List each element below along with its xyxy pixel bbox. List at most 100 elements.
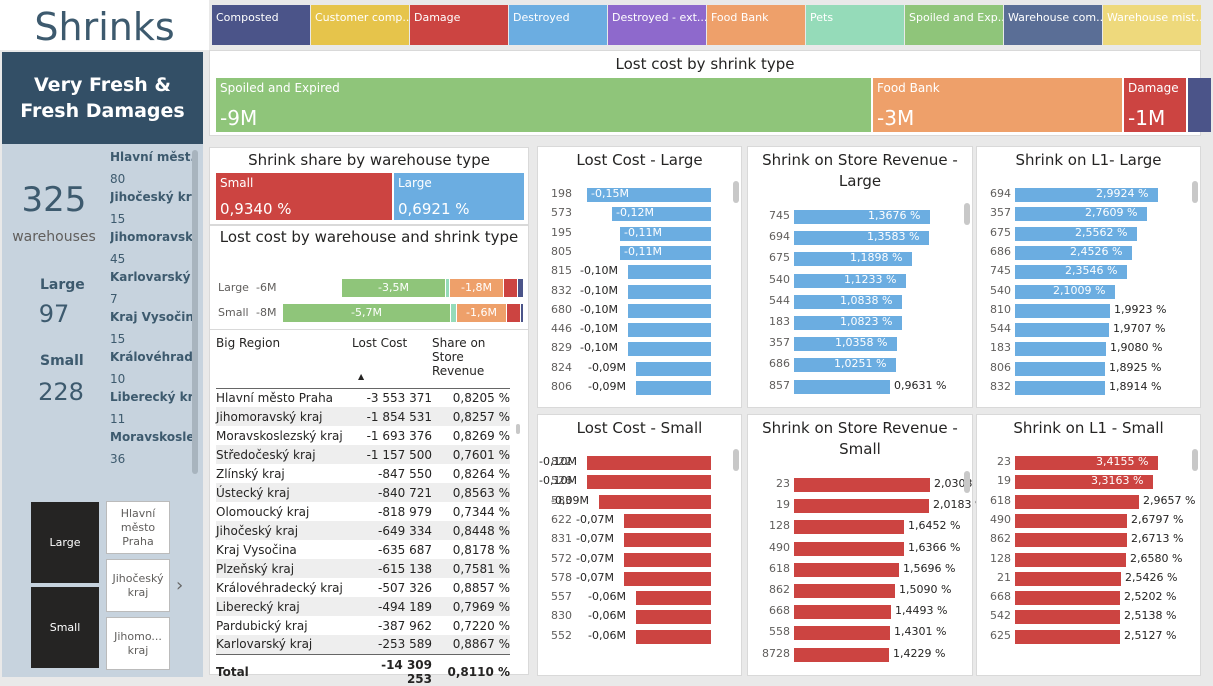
shrink-type-tile[interactable]: Spoiled and Expired -9M xyxy=(216,78,871,132)
slicer-region[interactable]: Jihomo... kraj xyxy=(106,617,170,670)
table-row[interactable]: Karlovarský kraj -253 589 0,8867 % xyxy=(216,635,510,654)
table-row[interactable]: Zlínský kraj -847 550 0,8264 % xyxy=(216,464,510,483)
legend-item[interactable]: Warehouse mist... xyxy=(1103,5,1201,45)
region-card-list[interactable]: Hlavní měst... 80 Jihočeský kraj 15 Jihomora… xyxy=(110,150,198,470)
chart-bar[interactable] xyxy=(794,379,890,394)
legend-item[interactable]: Composted xyxy=(212,5,310,45)
chart-bar[interactable] xyxy=(587,475,711,490)
table-row[interactable]: Jihočeský kraj -649 334 0,8448 % xyxy=(216,521,510,540)
wh-bar-segment[interactable]: -1,8M xyxy=(450,279,503,297)
table-row[interactable]: Plzeňský kraj -615 138 0,7581 % xyxy=(216,559,510,578)
chart-bar[interactable] xyxy=(1015,381,1105,395)
legend-item[interactable]: Food Bank xyxy=(707,5,805,45)
table-row[interactable]: Jihomoravský kraj -1 854 531 0,8257 % xyxy=(216,407,510,426)
chart-scrollbar[interactable] xyxy=(964,203,970,225)
lost-cost-type-treemap[interactable]: Spoiled and Expired -9M Food Bank -3M Damage… xyxy=(216,78,1211,132)
chart-bar[interactable] xyxy=(636,591,711,606)
table-row[interactable]: Ústecký kraj -840 721 0,8563 % xyxy=(216,483,510,502)
lost-cost-wh-chart[interactable]: Large -6M -3,5M -1,8M Small -8M -5,7M -1,6M xyxy=(210,276,528,326)
legend-item[interactable]: Destroyed xyxy=(509,5,607,45)
table-row[interactable]: Středočeský kraj -1 157 500 0,7601 % xyxy=(216,445,510,464)
chart-bar[interactable] xyxy=(587,456,711,470)
chart-bar[interactable] xyxy=(794,478,930,492)
wh-bar-segment[interactable]: -1,6M xyxy=(457,304,506,322)
legend-item[interactable]: Destroyed - ext... xyxy=(608,5,706,45)
chart-bar[interactable] xyxy=(794,541,904,556)
table-scrollbar[interactable] xyxy=(516,424,520,434)
table-row[interactable]: Olomoucký kraj -818 979 0,7344 % xyxy=(216,502,510,521)
chart-scrollbar[interactable] xyxy=(1192,449,1198,471)
region-scrollbar[interactable] xyxy=(192,150,198,474)
table-row[interactable]: Kraj Vysočina -635 687 0,8178 % xyxy=(216,540,510,559)
chart-scrollbar[interactable] xyxy=(733,449,739,471)
wh-bar-segment[interactable] xyxy=(504,279,517,297)
shrink-type-tile[interactable]: Damage -1M xyxy=(1124,78,1186,132)
chevron-right-icon[interactable]: › xyxy=(176,575,183,596)
table-row[interactable]: Hlavní město Praha -3 553 371 0,8205 % xyxy=(216,388,510,407)
legend-item[interactable]: Damage xyxy=(410,5,508,45)
chart-bar[interactable] xyxy=(1015,361,1105,376)
wh-bar-segment[interactable] xyxy=(507,304,520,322)
slicer-type-large[interactable]: Large xyxy=(31,502,99,583)
chart-bar[interactable] xyxy=(636,610,711,625)
chart-bar[interactable] xyxy=(624,571,711,586)
chart-bar[interactable] xyxy=(1015,323,1109,338)
chart-bar[interactable] xyxy=(794,562,899,577)
slicer-region[interactable]: Hlavní město Praha xyxy=(106,501,170,554)
chart-bar[interactable] xyxy=(1015,571,1121,586)
table-row[interactable]: Moravskoslezský kraj -1 693 376 0,8269 % xyxy=(216,426,510,445)
share-tile-small[interactable]: Small 0,9340 % xyxy=(216,173,392,220)
chart-bar[interactable] xyxy=(624,552,711,567)
wh-bar-segment[interactable]: -5,7M xyxy=(283,304,450,322)
wh-bar-segment[interactable] xyxy=(446,279,449,297)
table-row[interactable]: Liberecký kraj -494 189 0,7969 % xyxy=(216,597,510,616)
table-row[interactable]: Královéhradecký kraj -507 326 0,8857 % xyxy=(216,578,510,597)
wh-bar-segment[interactable] xyxy=(451,304,456,322)
slicer-type-small[interactable]: Small xyxy=(31,587,99,668)
wh-bar-segment[interactable] xyxy=(521,304,523,322)
chart-bar[interactable] xyxy=(1015,342,1106,357)
slicer-region[interactable]: Jihočeský kraj xyxy=(106,559,170,612)
col-share-revenue[interactable]: Share on Store Revenue xyxy=(432,332,510,388)
col-big-region[interactable]: Big Region xyxy=(216,332,352,388)
chart-scrollbar[interactable] xyxy=(733,181,739,203)
chart-bar[interactable] xyxy=(1015,513,1127,528)
chart-bar[interactable] xyxy=(628,323,711,338)
chart-bar[interactable] xyxy=(794,626,890,641)
chart-bar[interactable] xyxy=(1015,610,1120,625)
chart-bar[interactable] xyxy=(1015,533,1127,548)
legend-item[interactable]: Warehouse com... xyxy=(1004,5,1102,45)
chart-bar[interactable] xyxy=(1015,552,1126,567)
chart-scrollbar[interactable] xyxy=(1192,181,1198,203)
wh-bar-segment[interactable]: -3,5M xyxy=(342,279,445,297)
chart-bar[interactable] xyxy=(794,520,904,535)
shrink-type-tile[interactable] xyxy=(1188,78,1211,132)
chart-bar[interactable] xyxy=(794,647,889,662)
chart-bar[interactable] xyxy=(624,513,711,528)
legend-item[interactable]: Spoiled and Exp... xyxy=(905,5,1003,45)
shrink-type-tile[interactable]: Food Bank -3M xyxy=(873,78,1122,132)
legend-item[interactable]: Pets xyxy=(806,5,904,45)
legend-item[interactable]: Customer comp... xyxy=(311,5,409,45)
chart-bar[interactable] xyxy=(1015,629,1120,644)
chart-bar[interactable] xyxy=(794,499,929,514)
chart-bar[interactable] xyxy=(794,605,891,620)
chart-bar[interactable] xyxy=(636,629,711,644)
chart-bar[interactable] xyxy=(636,361,711,376)
chart-bar[interactable] xyxy=(1015,303,1110,318)
chart-bar[interactable] xyxy=(628,342,711,357)
chart-scrollbar[interactable] xyxy=(964,471,970,493)
table-row[interactable]: Pardubický kraj -387 962 0,7220 % xyxy=(216,616,510,635)
chart-bar[interactable] xyxy=(599,494,711,509)
chart-bar[interactable] xyxy=(1015,591,1120,606)
chart-bar[interactable] xyxy=(1015,494,1139,509)
col-lost-cost[interactable]: Lost Cost ▲ xyxy=(352,332,432,388)
wh-bar-segment[interactable] xyxy=(518,279,523,297)
chart-bar[interactable] xyxy=(624,533,711,548)
chart-bar[interactable] xyxy=(636,381,711,395)
share-by-type-treemap[interactable]: Small 0,9340 % Large 0,6921 % xyxy=(216,173,524,220)
chart-bar[interactable] xyxy=(628,265,711,280)
chart-bar[interactable] xyxy=(628,284,711,299)
chart-bar[interactable] xyxy=(794,584,895,598)
chart-bar[interactable] xyxy=(628,303,711,318)
